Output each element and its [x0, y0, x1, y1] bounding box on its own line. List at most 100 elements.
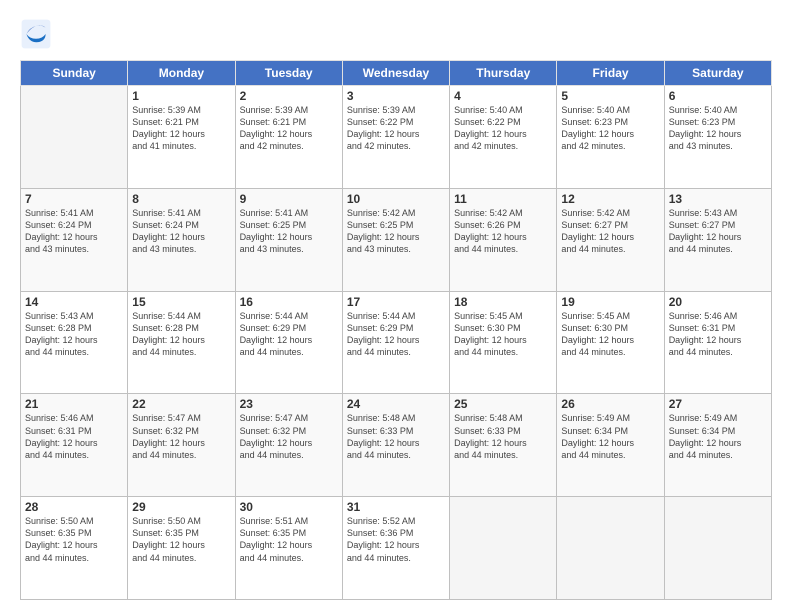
- day-number: 16: [240, 295, 338, 309]
- calendar-cell: [664, 497, 771, 600]
- calendar-cell: 6Sunrise: 5:40 AM Sunset: 6:23 PM Daylig…: [664, 86, 771, 189]
- day-info: Sunrise: 5:44 AM Sunset: 6:28 PM Dayligh…: [132, 310, 230, 359]
- logo: [20, 18, 54, 50]
- calendar-week-row: 21Sunrise: 5:46 AM Sunset: 6:31 PM Dayli…: [21, 394, 772, 497]
- day-info: Sunrise: 5:47 AM Sunset: 6:32 PM Dayligh…: [240, 412, 338, 461]
- calendar-cell: 1Sunrise: 5:39 AM Sunset: 6:21 PM Daylig…: [128, 86, 235, 189]
- calendar: SundayMondayTuesdayWednesdayThursdayFrid…: [20, 60, 772, 600]
- day-number: 28: [25, 500, 123, 514]
- page: SundayMondayTuesdayWednesdayThursdayFrid…: [0, 0, 792, 612]
- day-info: Sunrise: 5:49 AM Sunset: 6:34 PM Dayligh…: [561, 412, 659, 461]
- calendar-cell: 12Sunrise: 5:42 AM Sunset: 6:27 PM Dayli…: [557, 188, 664, 291]
- calendar-cell: 18Sunrise: 5:45 AM Sunset: 6:30 PM Dayli…: [450, 291, 557, 394]
- calendar-cell: 10Sunrise: 5:42 AM Sunset: 6:25 PM Dayli…: [342, 188, 449, 291]
- day-number: 31: [347, 500, 445, 514]
- day-number: 26: [561, 397, 659, 411]
- day-info: Sunrise: 5:41 AM Sunset: 6:25 PM Dayligh…: [240, 207, 338, 256]
- day-header-friday: Friday: [557, 61, 664, 86]
- calendar-cell: 4Sunrise: 5:40 AM Sunset: 6:22 PM Daylig…: [450, 86, 557, 189]
- calendar-cell: [450, 497, 557, 600]
- calendar-cell: 28Sunrise: 5:50 AM Sunset: 6:35 PM Dayli…: [21, 497, 128, 600]
- day-info: Sunrise: 5:46 AM Sunset: 6:31 PM Dayligh…: [669, 310, 767, 359]
- day-number: 4: [454, 89, 552, 103]
- day-info: Sunrise: 5:46 AM Sunset: 6:31 PM Dayligh…: [25, 412, 123, 461]
- calendar-cell: 26Sunrise: 5:49 AM Sunset: 6:34 PM Dayli…: [557, 394, 664, 497]
- day-info: Sunrise: 5:44 AM Sunset: 6:29 PM Dayligh…: [347, 310, 445, 359]
- day-number: 18: [454, 295, 552, 309]
- day-number: 13: [669, 192, 767, 206]
- day-info: Sunrise: 5:50 AM Sunset: 6:35 PM Dayligh…: [25, 515, 123, 564]
- day-number: 10: [347, 192, 445, 206]
- calendar-cell: 16Sunrise: 5:44 AM Sunset: 6:29 PM Dayli…: [235, 291, 342, 394]
- day-info: Sunrise: 5:52 AM Sunset: 6:36 PM Dayligh…: [347, 515, 445, 564]
- calendar-cell: 31Sunrise: 5:52 AM Sunset: 6:36 PM Dayli…: [342, 497, 449, 600]
- day-number: 6: [669, 89, 767, 103]
- calendar-cell: 3Sunrise: 5:39 AM Sunset: 6:22 PM Daylig…: [342, 86, 449, 189]
- calendar-cell: 25Sunrise: 5:48 AM Sunset: 6:33 PM Dayli…: [450, 394, 557, 497]
- calendar-cell: 21Sunrise: 5:46 AM Sunset: 6:31 PM Dayli…: [21, 394, 128, 497]
- day-number: 14: [25, 295, 123, 309]
- day-header-tuesday: Tuesday: [235, 61, 342, 86]
- day-header-saturday: Saturday: [664, 61, 771, 86]
- day-info: Sunrise: 5:44 AM Sunset: 6:29 PM Dayligh…: [240, 310, 338, 359]
- calendar-cell: 8Sunrise: 5:41 AM Sunset: 6:24 PM Daylig…: [128, 188, 235, 291]
- day-info: Sunrise: 5:47 AM Sunset: 6:32 PM Dayligh…: [132, 412, 230, 461]
- calendar-cell: 5Sunrise: 5:40 AM Sunset: 6:23 PM Daylig…: [557, 86, 664, 189]
- day-number: 23: [240, 397, 338, 411]
- day-info: Sunrise: 5:40 AM Sunset: 6:23 PM Dayligh…: [561, 104, 659, 153]
- day-number: 21: [25, 397, 123, 411]
- day-number: 5: [561, 89, 659, 103]
- day-number: 24: [347, 397, 445, 411]
- calendar-cell: 14Sunrise: 5:43 AM Sunset: 6:28 PM Dayli…: [21, 291, 128, 394]
- calendar-week-row: 7Sunrise: 5:41 AM Sunset: 6:24 PM Daylig…: [21, 188, 772, 291]
- calendar-header-row: SundayMondayTuesdayWednesdayThursdayFrid…: [21, 61, 772, 86]
- day-info: Sunrise: 5:50 AM Sunset: 6:35 PM Dayligh…: [132, 515, 230, 564]
- day-info: Sunrise: 5:51 AM Sunset: 6:35 PM Dayligh…: [240, 515, 338, 564]
- calendar-cell: 30Sunrise: 5:51 AM Sunset: 6:35 PM Dayli…: [235, 497, 342, 600]
- calendar-cell: [21, 86, 128, 189]
- day-info: Sunrise: 5:41 AM Sunset: 6:24 PM Dayligh…: [25, 207, 123, 256]
- day-number: 27: [669, 397, 767, 411]
- day-info: Sunrise: 5:40 AM Sunset: 6:22 PM Dayligh…: [454, 104, 552, 153]
- day-number: 9: [240, 192, 338, 206]
- calendar-week-row: 1Sunrise: 5:39 AM Sunset: 6:21 PM Daylig…: [21, 86, 772, 189]
- day-info: Sunrise: 5:48 AM Sunset: 6:33 PM Dayligh…: [347, 412, 445, 461]
- day-info: Sunrise: 5:41 AM Sunset: 6:24 PM Dayligh…: [132, 207, 230, 256]
- day-info: Sunrise: 5:39 AM Sunset: 6:21 PM Dayligh…: [132, 104, 230, 153]
- day-info: Sunrise: 5:45 AM Sunset: 6:30 PM Dayligh…: [561, 310, 659, 359]
- day-number: 7: [25, 192, 123, 206]
- calendar-cell: 27Sunrise: 5:49 AM Sunset: 6:34 PM Dayli…: [664, 394, 771, 497]
- calendar-cell: 13Sunrise: 5:43 AM Sunset: 6:27 PM Dayli…: [664, 188, 771, 291]
- day-info: Sunrise: 5:42 AM Sunset: 6:27 PM Dayligh…: [561, 207, 659, 256]
- day-header-thursday: Thursday: [450, 61, 557, 86]
- day-info: Sunrise: 5:39 AM Sunset: 6:21 PM Dayligh…: [240, 104, 338, 153]
- calendar-cell: 24Sunrise: 5:48 AM Sunset: 6:33 PM Dayli…: [342, 394, 449, 497]
- calendar-cell: 7Sunrise: 5:41 AM Sunset: 6:24 PM Daylig…: [21, 188, 128, 291]
- day-header-wednesday: Wednesday: [342, 61, 449, 86]
- day-number: 29: [132, 500, 230, 514]
- calendar-week-row: 28Sunrise: 5:50 AM Sunset: 6:35 PM Dayli…: [21, 497, 772, 600]
- day-info: Sunrise: 5:43 AM Sunset: 6:27 PM Dayligh…: [669, 207, 767, 256]
- calendar-cell: 19Sunrise: 5:45 AM Sunset: 6:30 PM Dayli…: [557, 291, 664, 394]
- day-info: Sunrise: 5:48 AM Sunset: 6:33 PM Dayligh…: [454, 412, 552, 461]
- day-info: Sunrise: 5:39 AM Sunset: 6:22 PM Dayligh…: [347, 104, 445, 153]
- calendar-week-row: 14Sunrise: 5:43 AM Sunset: 6:28 PM Dayli…: [21, 291, 772, 394]
- calendar-cell: 20Sunrise: 5:46 AM Sunset: 6:31 PM Dayli…: [664, 291, 771, 394]
- day-info: Sunrise: 5:42 AM Sunset: 6:25 PM Dayligh…: [347, 207, 445, 256]
- day-number: 2: [240, 89, 338, 103]
- logo-icon: [20, 18, 52, 50]
- calendar-cell: [557, 497, 664, 600]
- day-number: 11: [454, 192, 552, 206]
- calendar-cell: 22Sunrise: 5:47 AM Sunset: 6:32 PM Dayli…: [128, 394, 235, 497]
- day-number: 17: [347, 295, 445, 309]
- day-number: 3: [347, 89, 445, 103]
- calendar-cell: 29Sunrise: 5:50 AM Sunset: 6:35 PM Dayli…: [128, 497, 235, 600]
- day-number: 15: [132, 295, 230, 309]
- day-info: Sunrise: 5:49 AM Sunset: 6:34 PM Dayligh…: [669, 412, 767, 461]
- calendar-cell: 9Sunrise: 5:41 AM Sunset: 6:25 PM Daylig…: [235, 188, 342, 291]
- header: [20, 18, 772, 50]
- day-info: Sunrise: 5:42 AM Sunset: 6:26 PM Dayligh…: [454, 207, 552, 256]
- day-info: Sunrise: 5:43 AM Sunset: 6:28 PM Dayligh…: [25, 310, 123, 359]
- day-info: Sunrise: 5:40 AM Sunset: 6:23 PM Dayligh…: [669, 104, 767, 153]
- day-number: 25: [454, 397, 552, 411]
